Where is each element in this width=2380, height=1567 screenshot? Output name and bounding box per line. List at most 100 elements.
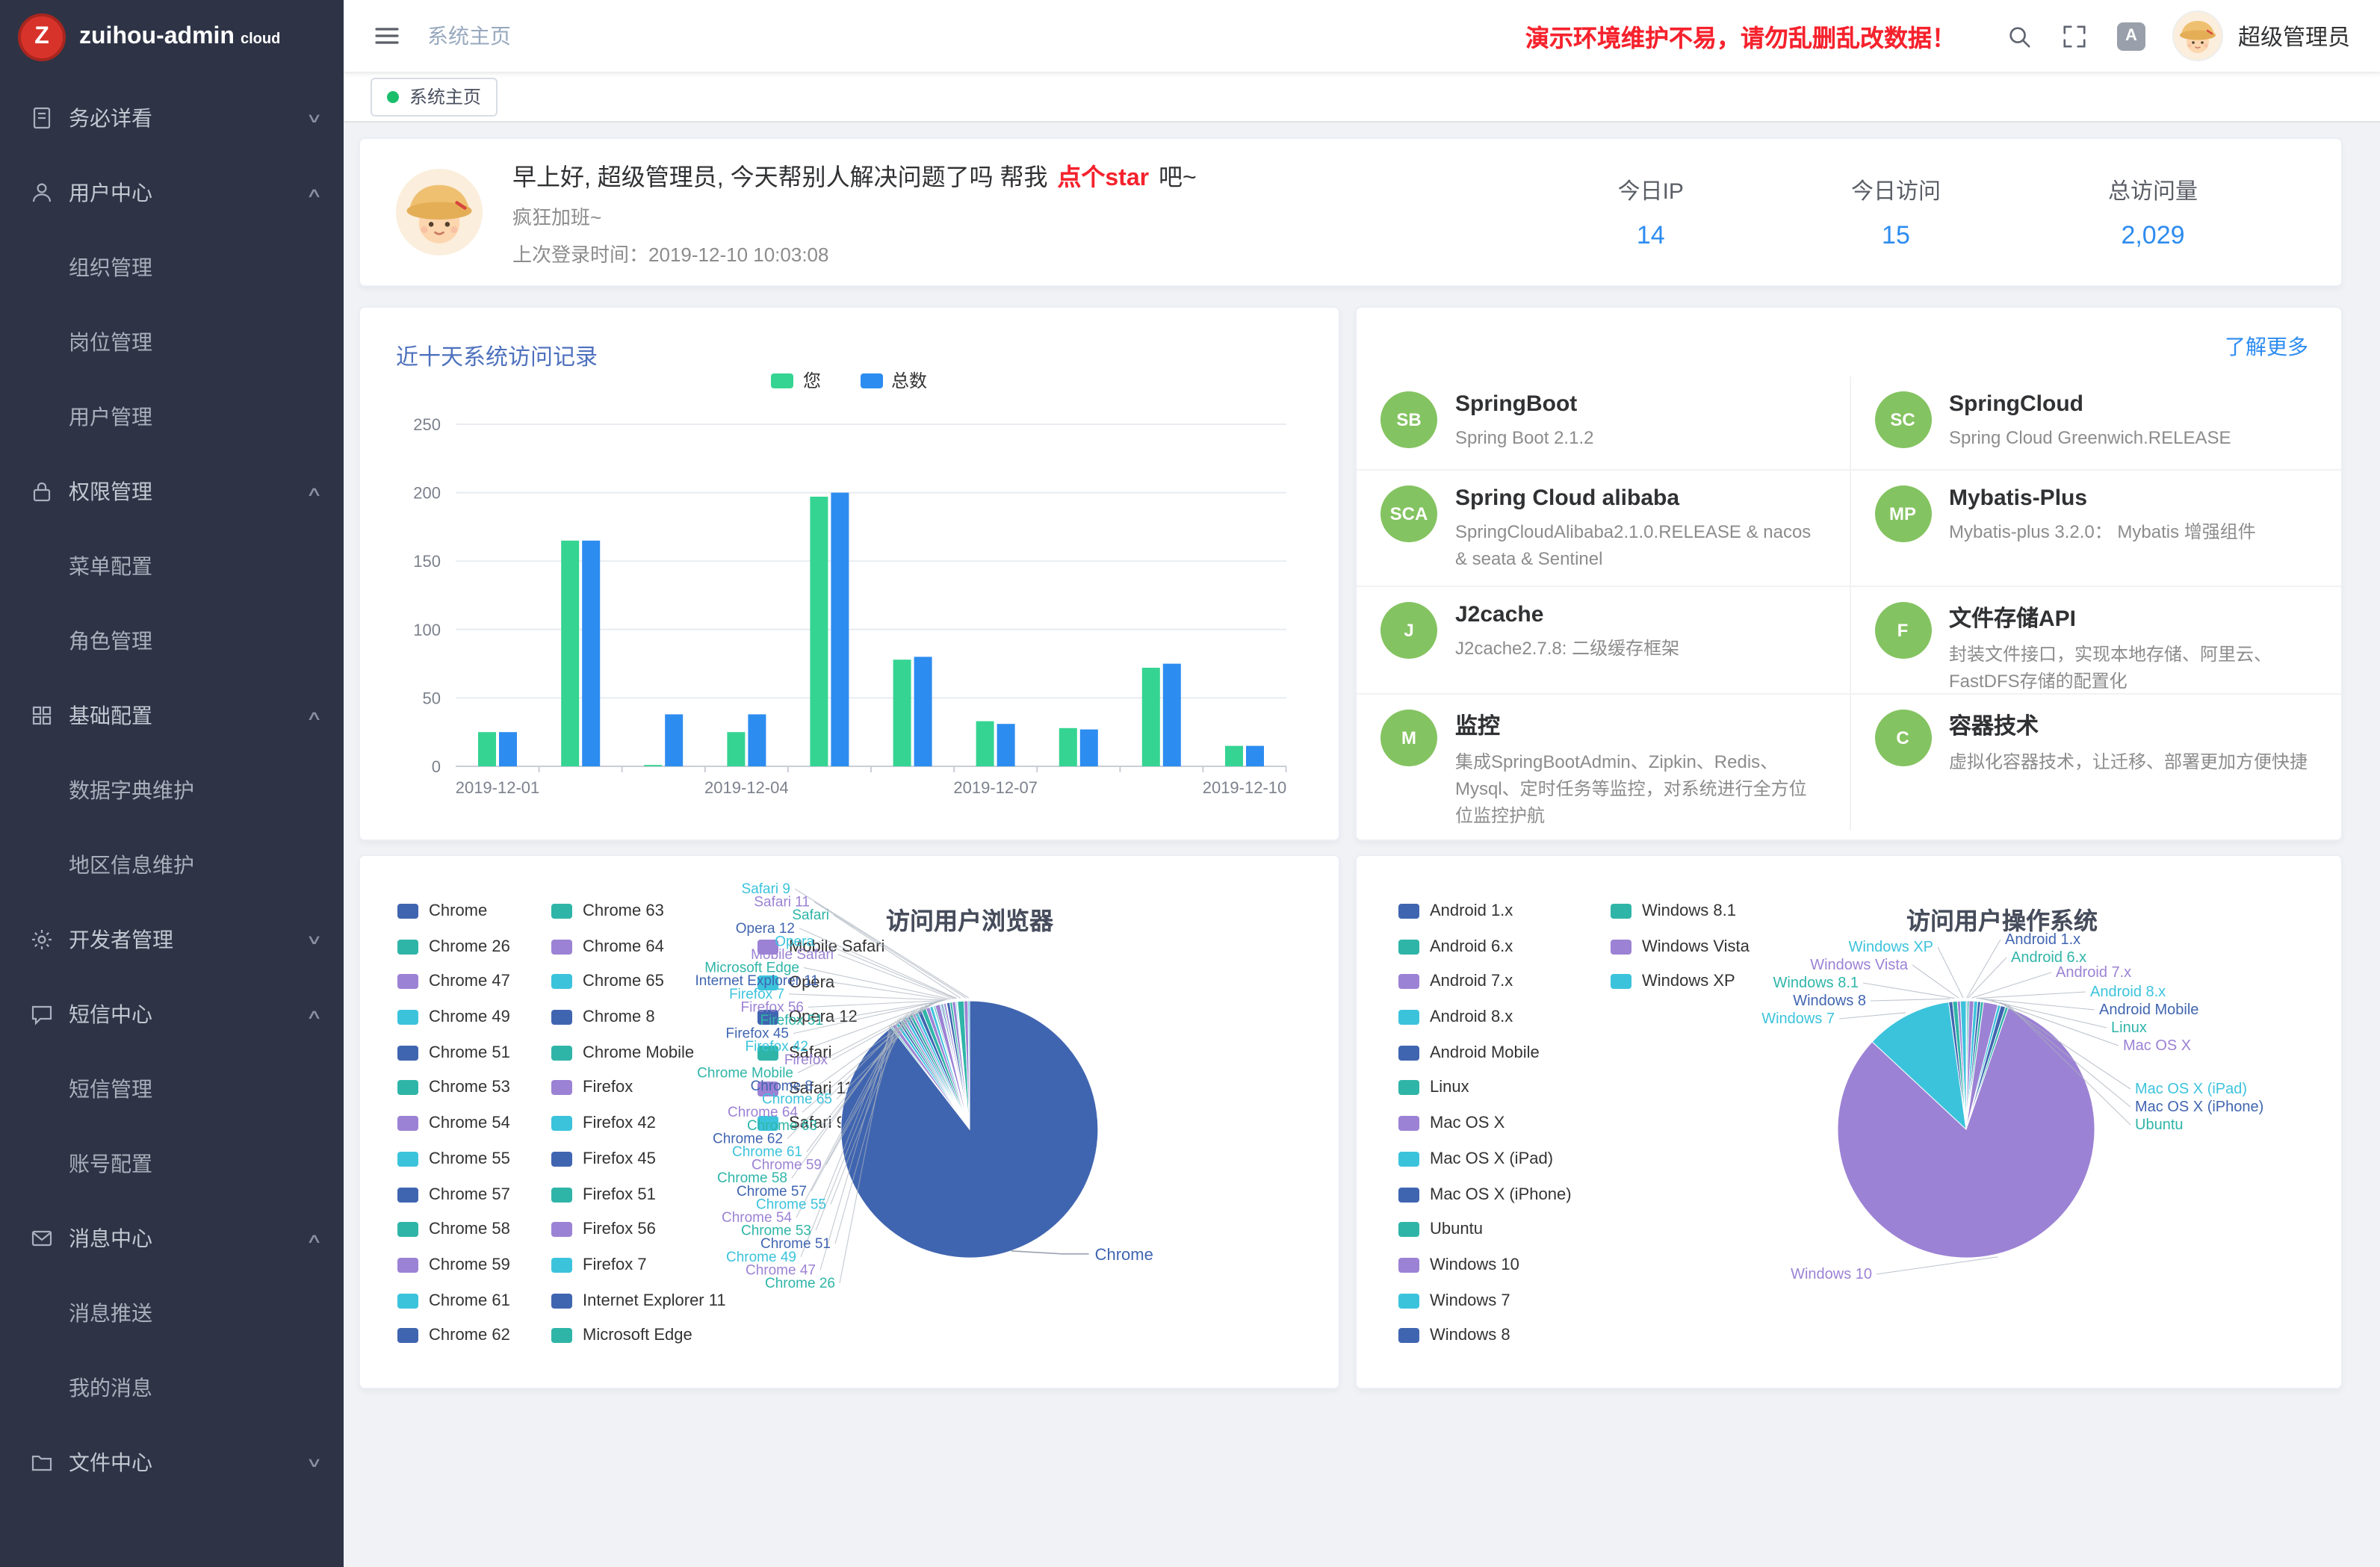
sidebar-item-1[interactable]: 用户中心∧ — [0, 155, 344, 230]
sidebar-subitem[interactable]: 岗位管理 — [0, 305, 344, 379]
legend-item[interactable]: Android 7.x — [1398, 973, 1572, 991]
sidebar-subitem[interactable]: 地区信息维护 — [0, 828, 344, 902]
legend-item[interactable]: Linux — [1398, 1079, 1572, 1097]
star-link[interactable]: 点个star — [1057, 166, 1149, 191]
pie-slice — [1957, 1001, 1966, 1129]
legend-item-you[interactable]: 您 — [772, 367, 821, 393]
fullscreen-icon[interactable] — [2062, 23, 2087, 49]
legend-item[interactable]: Safari 11 — [757, 1080, 884, 1098]
sidebar-item-6[interactable]: 消息中心∧ — [0, 1201, 344, 1276]
legend-item[interactable]: Chrome 62 — [397, 1327, 510, 1345]
legend-item[interactable]: Firefox 51 — [551, 1185, 726, 1203]
search-icon[interactable] — [2006, 23, 2032, 49]
sidebar-item-2[interactable]: 权限管理∧ — [0, 454, 344, 529]
app-logo[interactable]: Z zuihou-admincloud — [0, 0, 344, 75]
legend-item[interactable]: Chrome 54 — [397, 1114, 510, 1132]
legend-item[interactable]: Android Mobile — [1398, 1044, 1572, 1062]
legend-item[interactable]: Safari — [757, 1044, 884, 1062]
legend-item[interactable]: Opera — [757, 973, 884, 991]
sidebar-item-5[interactable]: 短信中心∧ — [0, 977, 344, 1052]
sidebar-subitem[interactable]: 账号配置 — [0, 1126, 344, 1201]
legend-item[interactable]: Windows Vista — [1611, 937, 1750, 955]
legend-item[interactable]: Chrome 58 — [397, 1220, 510, 1238]
pie-slice — [930, 1006, 970, 1129]
legend-item[interactable]: Windows 7 — [1398, 1291, 1572, 1309]
sidebar-subitem[interactable]: 短信管理 — [0, 1052, 344, 1126]
legend-item[interactable]: Internet Explorer 11 — [551, 1291, 726, 1309]
sidebar-item-7[interactable]: 文件中心∨ — [0, 1425, 344, 1500]
feature-badge: SB — [1380, 391, 1437, 448]
feature-desc: Spring Cloud Greenwich.RELEASE — [1949, 424, 2231, 451]
sidebar-item-0[interactable]: 务必详看∨ — [0, 81, 344, 155]
legend-item[interactable]: Mac OS X (iPad) — [1398, 1150, 1572, 1168]
legend-item[interactable]: Chrome 51 — [397, 1044, 510, 1062]
stat-value[interactable]: 14 — [1618, 220, 1684, 250]
legend-item[interactable]: Chrome 63 — [551, 902, 726, 920]
stat-value[interactable]: 2,029 — [2108, 220, 2198, 250]
sidebar-subitem[interactable]: 菜单配置 — [0, 529, 344, 603]
sidebar-subitem[interactable]: 我的消息 — [0, 1350, 344, 1425]
avatar[interactable] — [2172, 10, 2223, 61]
legend-item[interactable]: Firefox 42 — [551, 1114, 726, 1132]
sidebar-subitem[interactable]: 用户管理 — [0, 379, 344, 454]
legend-item[interactable]: Chrome 57 — [397, 1185, 510, 1203]
legend-item[interactable]: Mobile Safari — [757, 938, 884, 956]
legend-swatch — [551, 1116, 572, 1131]
legend-item[interactable]: Chrome 47 — [397, 973, 510, 991]
sidebar-subitem[interactable]: 组织管理 — [0, 230, 344, 305]
sidebar-subitem[interactable]: 消息推送 — [0, 1276, 344, 1350]
legend-item[interactable]: Firefox 45 — [551, 1150, 726, 1168]
legend-item[interactable]: Windows 8.1 — [1611, 902, 1750, 920]
legend-label: Android 1.x — [1430, 902, 1513, 920]
legend-item[interactable]: Ubuntu — [1398, 1220, 1572, 1238]
user-icon — [30, 181, 54, 205]
sidebar-item-4[interactable]: 开发者管理∨ — [0, 902, 344, 977]
legend-label: Windows 8.1 — [1642, 902, 1736, 920]
legend-item[interactable]: Android 6.x — [1398, 937, 1572, 955]
bar-total — [1080, 730, 1098, 766]
legend-item[interactable]: Mac OS X — [1398, 1114, 1572, 1132]
legend-item[interactable]: Chrome 64 — [551, 937, 726, 955]
legend-item[interactable]: Firefox 7 — [551, 1256, 726, 1274]
stat-value[interactable]: 15 — [1851, 220, 1941, 250]
legend-item[interactable]: Chrome 65 — [551, 973, 726, 991]
tab-home[interactable]: 系统主页 — [371, 77, 498, 116]
menu-fold-icon[interactable] — [374, 22, 400, 49]
legend-item[interactable]: Chrome 49 — [397, 1008, 510, 1026]
legend-item[interactable]: Safari 9 — [757, 1115, 884, 1133]
legend-item[interactable]: Android 8.x — [1398, 1008, 1572, 1026]
pie-callout-label: Android Mobile — [2099, 1002, 2198, 1018]
legend-item[interactable]: Chrome 59 — [397, 1256, 510, 1274]
legend-item[interactable]: Opera 12 — [757, 1009, 884, 1027]
pie-slice — [914, 1012, 970, 1129]
legend-item[interactable]: Android 1.x — [1398, 902, 1572, 920]
legend-item[interactable]: Mac OS X (iPhone) — [1398, 1185, 1572, 1203]
legend-item[interactable]: Chrome 26 — [397, 937, 510, 955]
legend-item[interactable]: Chrome Mobile — [551, 1044, 726, 1062]
pie-legend-column: Android 1.x Android 6.x Android 7.x Android… — [1398, 902, 1572, 1345]
legend-item[interactable]: Windows XP — [1611, 973, 1750, 991]
bar-you — [1142, 668, 1160, 766]
font-size-icon[interactable]: A — [2117, 22, 2145, 50]
sidebar-subitem[interactable]: 数据字典维护 — [0, 753, 344, 828]
legend-item[interactable]: Chrome 53 — [397, 1079, 510, 1097]
legend-item-total[interactable]: 总数 — [860, 367, 927, 393]
legend-item[interactable]: Chrome 55 — [397, 1150, 510, 1168]
sidebar-subitem[interactable]: 角色管理 — [0, 603, 344, 678]
legend-item[interactable]: Microsoft Edge — [551, 1327, 726, 1345]
legend-item[interactable]: Chrome 8 — [551, 1008, 726, 1026]
legend-item[interactable]: Chrome 61 — [397, 1291, 510, 1309]
legend-label: Chrome 55 — [429, 1150, 510, 1168]
legend-swatch — [551, 904, 572, 919]
breadcrumb[interactable]: 系统主页 — [427, 21, 511, 51]
legend-item[interactable]: Firefox 56 — [551, 1220, 726, 1238]
legend-item[interactable]: Chrome — [397, 902, 510, 920]
feature-item-container: C 容器技术 虚拟化容器技术，让迁移、部署更加方便快捷 — [1849, 693, 2341, 831]
legend-item[interactable]: Firefox — [551, 1079, 726, 1097]
learn-more-link[interactable]: 了解更多 — [2225, 332, 2308, 362]
username[interactable]: 超级管理员 — [2238, 20, 2350, 52]
sidebar-item-3[interactable]: 基础配置∧ — [0, 678, 344, 753]
legend-item[interactable]: Windows 10 — [1398, 1256, 1572, 1274]
legend-item[interactable]: Windows 8 — [1398, 1327, 1572, 1345]
chevron-up-icon: ∧ — [306, 483, 323, 500]
